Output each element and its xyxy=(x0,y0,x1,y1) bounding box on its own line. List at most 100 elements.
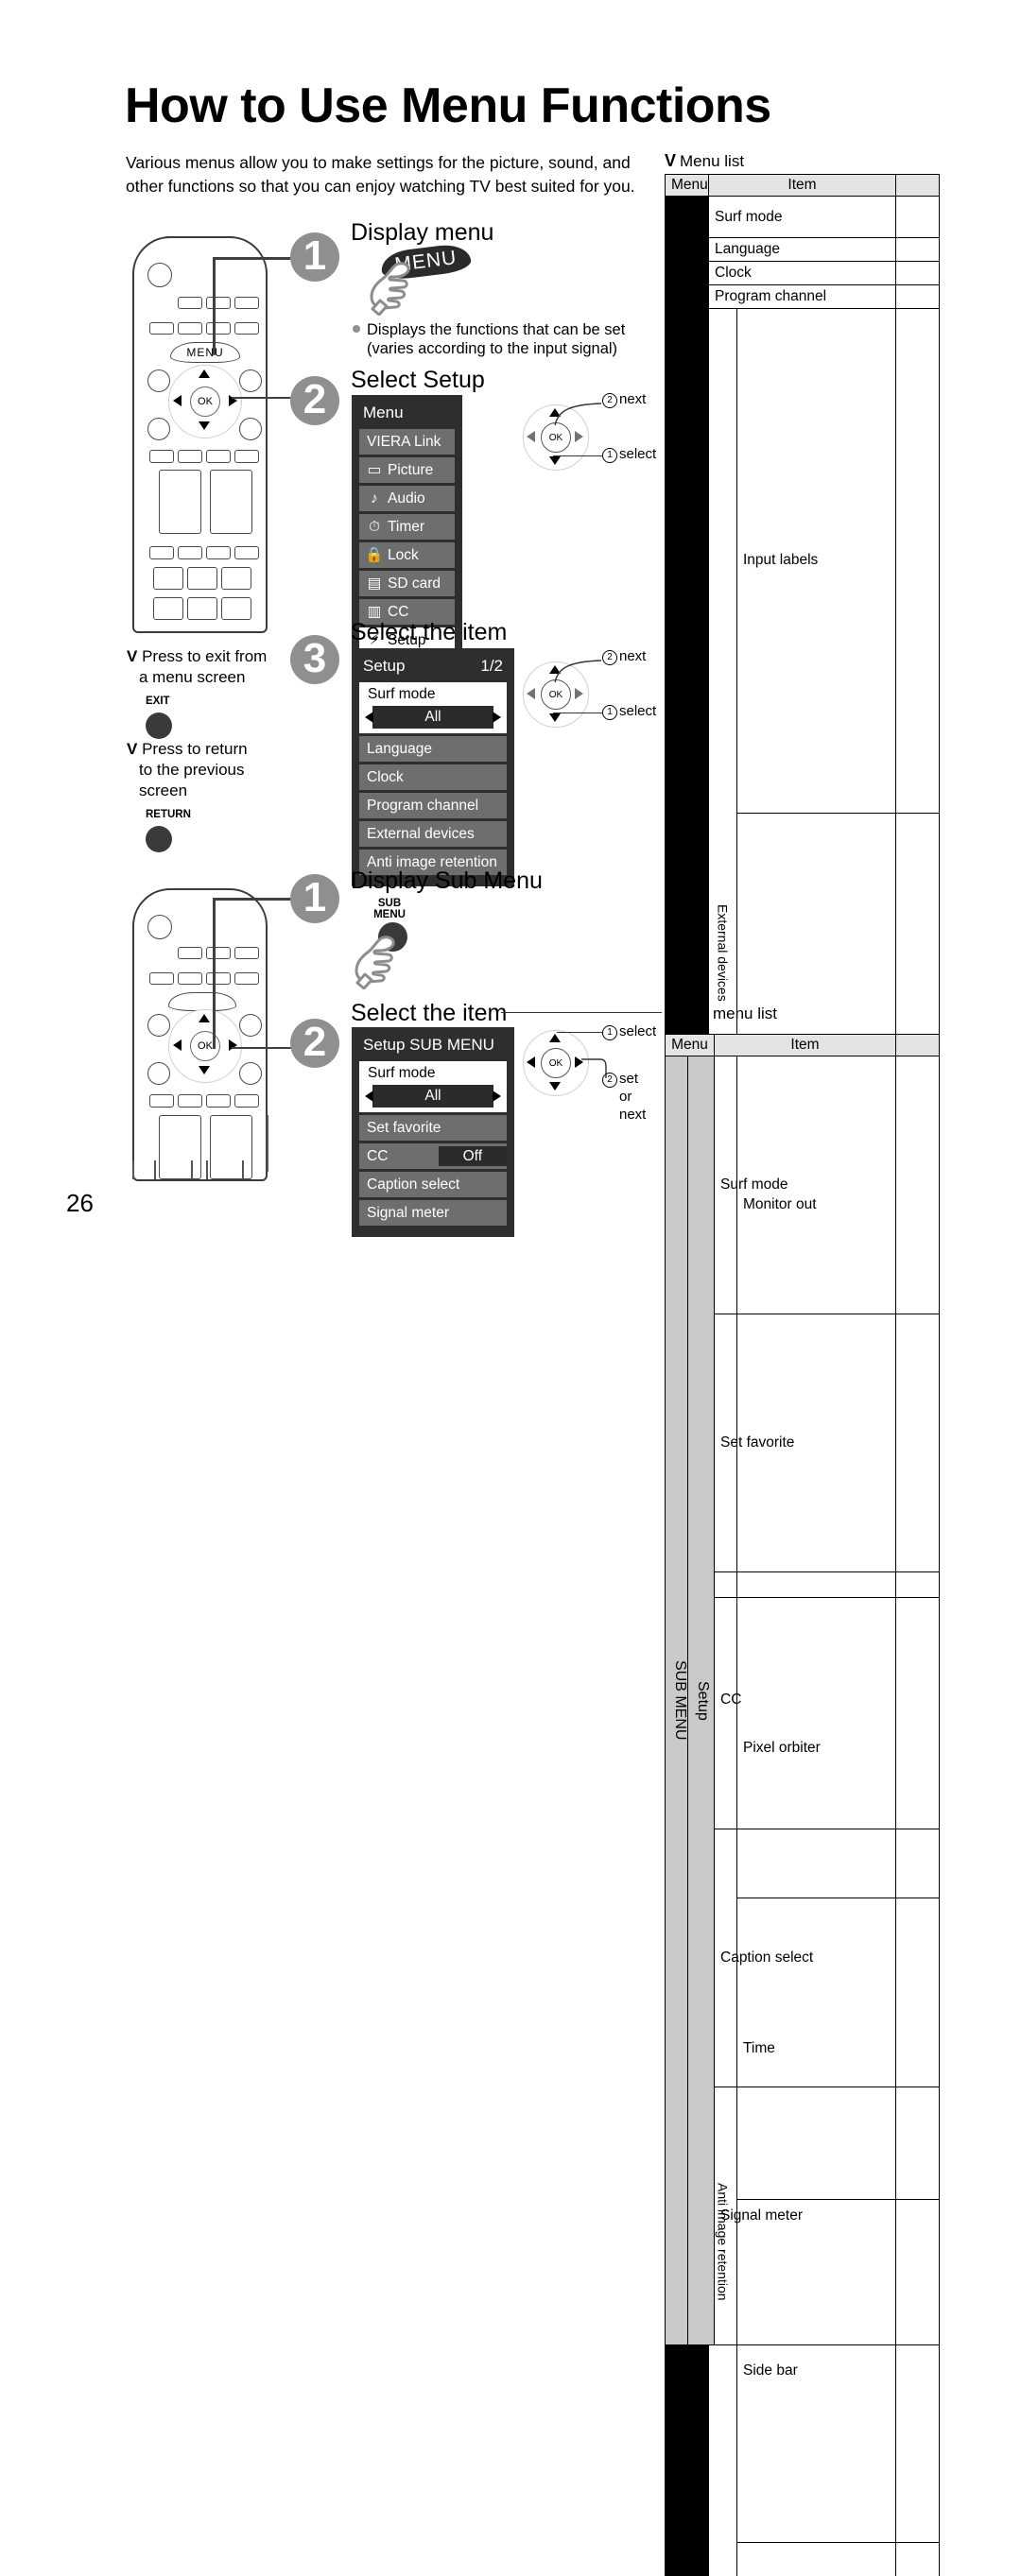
exit-key-button[interactable] xyxy=(146,713,172,739)
menu-osd-item-timer[interactable]: ⏱Timer xyxy=(359,514,455,540)
callout-number: 1 xyxy=(602,705,617,720)
callout-label: select xyxy=(619,446,656,462)
sub-menu-list-value-cell xyxy=(896,1571,940,1829)
setup-osd-item-language[interactable]: Language xyxy=(359,736,507,762)
menu-osd-item-label: Audio xyxy=(388,489,425,508)
remote-key xyxy=(206,947,231,959)
remote-key xyxy=(206,972,231,985)
nav-callout-select-step2: 1select xyxy=(602,446,656,463)
remote-power-button xyxy=(147,915,172,939)
submenu-osd-selected-value[interactable]: All xyxy=(372,1085,493,1108)
sub-menu-list-header-row: Menu Item xyxy=(666,1035,940,1056)
remote-key xyxy=(221,597,251,620)
menu-list-value-cell xyxy=(896,238,940,262)
setup-osd-title: Setup 1/2 xyxy=(359,655,507,682)
menu-osd-item-audio[interactable]: ♪Audio xyxy=(359,486,455,511)
setup-osd-selected-value[interactable]: All xyxy=(372,706,493,729)
submenu-osd-item-set-favorite[interactable]: Set favorite xyxy=(359,1115,507,1141)
submenu-osd-item-label: Signal meter xyxy=(367,1203,449,1223)
picture-icon: ▭ xyxy=(367,460,382,480)
timer-clock-icon: ⏱ xyxy=(367,517,382,537)
remote-key xyxy=(234,947,259,959)
menu-osd-item-lock[interactable]: 🔒Lock xyxy=(359,542,455,568)
nav-callout-next-step3: 2next xyxy=(602,648,646,665)
menu-osd-title-text: Menu xyxy=(363,404,404,422)
remote-key xyxy=(239,1062,262,1085)
remote-key xyxy=(239,369,262,392)
remote-key xyxy=(234,1094,259,1108)
page-number: 26 xyxy=(66,1189,94,1218)
setup-osd-item-clock[interactable]: Clock xyxy=(359,764,507,790)
submenu-list-leader-line xyxy=(501,1012,662,1013)
remote-control-top: MENU OK xyxy=(132,236,268,633)
nav-callout-set-step5: 2set or next xyxy=(602,1071,646,1124)
remote-key xyxy=(206,1094,231,1108)
value-left-arrow-icon[interactable] xyxy=(365,1091,373,1102)
remote-key xyxy=(149,450,174,463)
remote-key xyxy=(239,1014,262,1037)
remote-key xyxy=(147,418,170,440)
step-4-number: 1 xyxy=(303,877,326,919)
value-right-arrow-icon[interactable] xyxy=(493,712,501,723)
menu-osd-item-picture[interactable]: ▭Picture xyxy=(359,457,455,483)
setup-osd-item-program-channel[interactable]: Program channel xyxy=(359,793,507,818)
sub-menu-key-line2: MENU xyxy=(373,909,406,920)
sub-menu-list-item-cell: CC xyxy=(715,1571,896,1829)
submenu-osd-item-signal-meter[interactable]: Signal meter xyxy=(359,1200,507,1226)
step-1-note: Displays the functions that can be set (… xyxy=(353,321,636,359)
remote-key xyxy=(234,297,259,309)
remote-key xyxy=(206,297,231,309)
remote-key xyxy=(178,450,202,463)
nav-ok-label: OK xyxy=(549,1058,562,1069)
callout-line-step1-vert xyxy=(213,257,216,355)
submenu-osd-item-label: Caption select xyxy=(367,1175,459,1194)
remote-key xyxy=(234,972,259,985)
menu-osd-item-sd-card[interactable]: ▤SD card xyxy=(359,571,455,596)
sub-menu-list-item-cell: Set favorite xyxy=(715,1314,896,1571)
nav-leader-line-step2-select xyxy=(553,455,602,456)
value-right-arrow-icon[interactable] xyxy=(493,1091,501,1102)
step-4-title: Display Sub Menu xyxy=(351,867,543,895)
callout-line-step1 xyxy=(213,257,300,260)
remote-menu-button-bottom[interactable] xyxy=(168,992,236,1011)
menu-list-value-cell xyxy=(896,197,940,238)
callout-number: 2 xyxy=(602,393,617,408)
setup-osd-item-label: Program channel xyxy=(367,796,478,816)
setup-osd-item-external-devices[interactable]: External devices xyxy=(359,821,507,847)
setup-osd-title-text: Setup xyxy=(363,657,405,676)
sub-menu-list-value-cell xyxy=(896,1829,940,2087)
callout-label: next xyxy=(619,648,646,664)
remote-ok-button-top[interactable]: OK xyxy=(190,386,220,417)
menu-osd-item-viera-link[interactable]: VIERA Link xyxy=(359,429,455,455)
submenu-osd-item-label: Set favorite xyxy=(367,1118,441,1138)
step-3-title: Select the item xyxy=(351,619,507,646)
nav-ok-button[interactable]: OK xyxy=(541,1048,571,1078)
step-3-number: 3 xyxy=(303,638,326,679)
remote-key xyxy=(178,546,202,559)
submenu-osd-item-cc[interactable]: CCOff xyxy=(359,1143,507,1169)
submenu-osd-item-value[interactable]: Off xyxy=(439,1146,507,1166)
menu-osd-item-label: SD card xyxy=(388,574,441,593)
callout-number: 2 xyxy=(602,650,617,665)
setup-osd-selected-label: Surf mode xyxy=(364,686,502,706)
submenu-osd-selected-item[interactable]: Surf mode All xyxy=(359,1061,507,1112)
nav-ok-label: OK xyxy=(549,433,562,443)
sub-menu-list-table: Menu Item SUB MENUSetupSurf modeSet favo… xyxy=(665,1034,940,2345)
remote-menu-button[interactable]: MENU xyxy=(170,342,240,363)
remote-key xyxy=(234,322,259,335)
nav-up-arrow-icon xyxy=(549,1034,561,1042)
index-tick xyxy=(132,1160,134,1179)
nav-ok-label: OK xyxy=(549,690,562,700)
setup-osd-selected-item[interactable]: Surf mode All xyxy=(359,682,507,733)
value-left-arrow-icon[interactable] xyxy=(365,712,373,723)
return-key-button[interactable] xyxy=(146,826,172,852)
nav-callout-set-or: or xyxy=(619,1088,646,1106)
remote-ok-label: OK xyxy=(198,1040,213,1052)
callout-label: set xyxy=(619,1071,638,1087)
submenu-osd-panel: Setup SUB MENU Surf mode All Set favorit… xyxy=(352,1027,514,1237)
hand-pointer-icon-2 xyxy=(352,931,405,989)
index-tick xyxy=(191,1160,193,1179)
submenu-osd-item-caption-select[interactable]: Caption select xyxy=(359,1172,507,1197)
menu-list-header-row: Menu Item xyxy=(666,175,940,197)
remote-ok-button-bottom[interactable]: OK xyxy=(190,1031,220,1061)
